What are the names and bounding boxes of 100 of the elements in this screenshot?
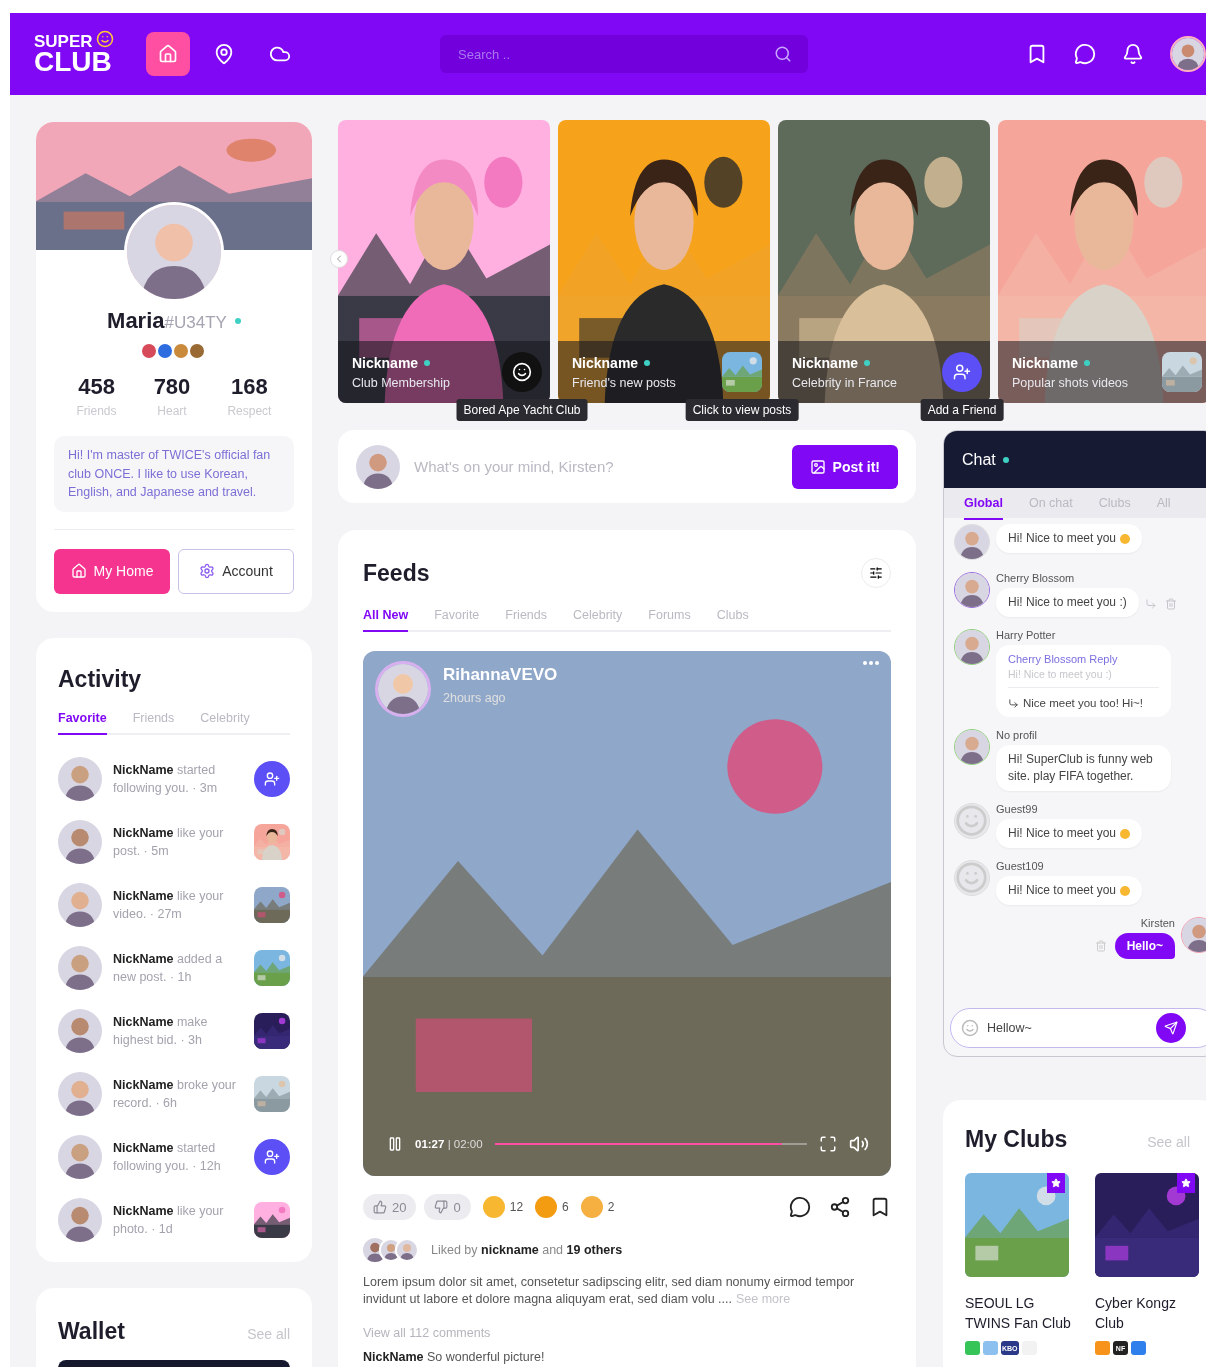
avatar (955, 630, 989, 664)
liked-by-text: Liked by nickname and 19 others (431, 1243, 623, 1257)
account-button[interactable]: Account (178, 548, 294, 594)
sliders-icon (869, 566, 883, 580)
home-nav-button[interactable] (146, 32, 190, 76)
reply-text: Nice meet you too! Hi~! (1023, 697, 1143, 709)
like-button[interactable]: 20 (363, 1194, 417, 1220)
avatar (397, 1240, 417, 1260)
view-comments-link[interactable]: View all 112 comments (363, 1326, 891, 1340)
profile-name: Maria#U34TY (107, 308, 227, 334)
club-name[interactable]: Cyber Kongz Club (1095, 1293, 1201, 1333)
sender-name: Guest109 (996, 860, 1044, 872)
see-all-link[interactable]: See all (247, 1325, 290, 1342)
tab[interactable]: Global (964, 496, 1003, 520)
avatar (1182, 918, 1206, 952)
share-icon (829, 1196, 851, 1218)
message-bubble: Hello~ (1114, 933, 1175, 959)
sender-name: Harry Potter (996, 629, 1056, 641)
logo[interactable]: SUPER CLUB (34, 33, 134, 75)
activity-text: NickName like your photo. · 1d (113, 1202, 225, 1238)
settings-icon (199, 563, 216, 579)
tab[interactable]: Favorite (434, 608, 480, 632)
card-title: Feeds (363, 559, 430, 587)
delete-icon (1094, 940, 1107, 952)
star-ribbon-icon (1047, 1173, 1065, 1193)
fullscreen-icon (819, 1135, 837, 1153)
add-friend-button[interactable] (254, 1138, 290, 1175)
story-name: Nickname (352, 354, 419, 371)
video-time: 01:27 | 02:00 (415, 1138, 483, 1150)
chat-button[interactable] (1074, 43, 1096, 65)
search-icon (774, 45, 792, 63)
chat-icon (1074, 43, 1096, 65)
reaction-count: 6 (562, 1200, 569, 1214)
tooltip: Bored Ape Yacht Club (456, 399, 588, 421)
pause-icon (387, 1136, 403, 1152)
activity-text: NickName make highest bid. · 3h (113, 1013, 209, 1049)
see-all-link[interactable]: See all (1147, 1134, 1190, 1150)
guest-avatar-icon (955, 804, 988, 837)
smile-icon (96, 29, 114, 48)
video-player[interactable]: RihannaVEVO 2hours ago 01:27 | 02:00 (363, 651, 891, 1176)
comment-button[interactable] (789, 1196, 811, 1218)
avatar (58, 1071, 102, 1116)
reaction-count: 12 (509, 1200, 524, 1214)
more-icon (863, 661, 879, 665)
tab[interactable]: Celebrity (573, 608, 623, 632)
home-icon (158, 44, 178, 64)
avatar (955, 525, 989, 559)
send-button[interactable] (1156, 1013, 1186, 1043)
comment-text: NickName So wonderful picture! (363, 1350, 546, 1364)
search-box[interactable]: Search .. (440, 35, 808, 73)
home-button[interactable]: My Home (54, 548, 170, 594)
filter-button[interactable] (861, 558, 891, 588)
post-caption: Lorem ipsum dolor sit amet, consetetur sadipscing elitr, sed diam nonumy eirmod tempor invidunt ut labore et dolore magna aliquyam erat, sed diam volu .... See more (363, 1274, 856, 1308)
tab[interactable]: Friends (132, 710, 175, 735)
reply-icon (1144, 597, 1157, 610)
card-title: Activity (58, 665, 143, 693)
avatar (356, 444, 400, 489)
story-subtitle: Club Membership (352, 375, 451, 390)
pin-icon (213, 43, 235, 65)
add-friend-button[interactable] (254, 760, 290, 797)
volume-button[interactable] (849, 1134, 869, 1154)
tab[interactable]: Favorite (58, 710, 107, 735)
club-name[interactable]: SEOUL LG TWINS Fan Club (965, 1293, 1071, 1333)
avatar (58, 756, 102, 801)
activity-text: NickName added a new post. · 1h (113, 950, 224, 986)
thumbs-up-icon (373, 1200, 387, 1214)
pause-button[interactable] (387, 1136, 403, 1152)
avatar (58, 945, 102, 990)
bell-button[interactable] (1122, 43, 1144, 65)
avatar (1172, 38, 1204, 70)
comment-icon (789, 1196, 811, 1218)
chat-title: Chat (962, 450, 996, 469)
share-button[interactable] (829, 1196, 851, 1218)
card-title: My Clubs (965, 1126, 1068, 1153)
tab[interactable]: Friends (505, 608, 547, 632)
post-button[interactable]: Post it! (791, 444, 898, 489)
tab[interactable]: Clubs (716, 608, 749, 632)
sender-name: Cherry Blossom (996, 572, 1075, 584)
avatar (58, 882, 102, 927)
tab[interactable]: All New (363, 608, 409, 632)
message-bubble: Hi! Nice to meet you (996, 819, 1143, 848)
dislike-button[interactable]: 0 (424, 1194, 471, 1220)
fullscreen-button[interactable] (819, 1135, 837, 1153)
tooltip: Click to view posts (685, 399, 799, 421)
see-more-link[interactable]: See more (735, 1292, 791, 1306)
guest-avatar-icon (955, 861, 988, 894)
message-bubble: Hi! SuperClub is funny web site. play FIFA together. (996, 745, 1171, 791)
star-ribbon-icon (1177, 1173, 1195, 1193)
add-user-icon (264, 770, 280, 787)
thumbs-down-icon (434, 1200, 449, 1214)
search-field[interactable]: Search .. (456, 45, 774, 63)
reply-icon (1008, 697, 1019, 709)
tab[interactable]: Celebrity (200, 710, 250, 735)
stat-value: 168 (231, 374, 268, 400)
home-icon (70, 563, 87, 579)
avatar (955, 573, 989, 607)
message-bubble: Hi! Nice to meet you (996, 876, 1143, 905)
tab[interactable]: Forums (648, 608, 691, 632)
avatar (58, 1008, 102, 1053)
activity-text: NickName broke your record. · 6h (113, 1076, 237, 1112)
